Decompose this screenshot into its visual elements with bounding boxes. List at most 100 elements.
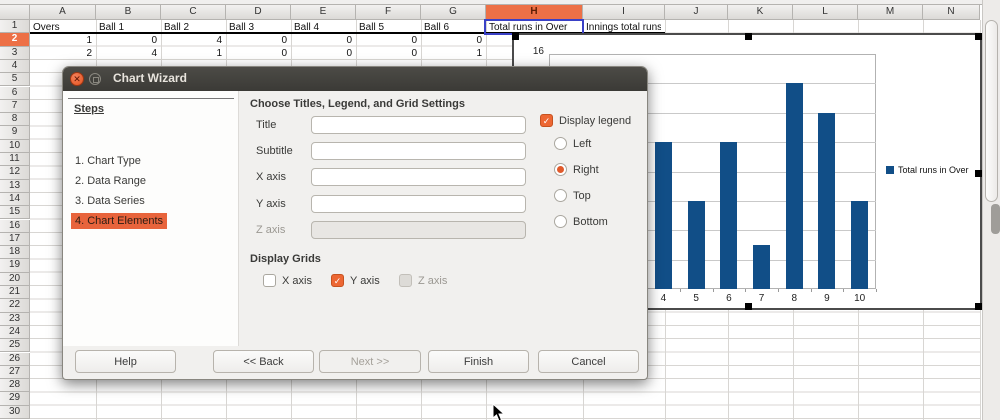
selection-handle[interactable] (975, 303, 982, 310)
column-header-A[interactable]: A (30, 5, 96, 20)
step-data-range[interactable]: 2. Data Range (71, 173, 150, 189)
cell-A2[interactable]: 1 (33, 35, 92, 47)
row-header-20[interactable]: 20 (0, 273, 30, 286)
column-header-D[interactable]: D (226, 5, 291, 20)
row-header-14[interactable]: 14 (0, 193, 30, 206)
row-header-1[interactable]: 1 (0, 20, 30, 33)
row-header-18[interactable]: 18 (0, 246, 30, 259)
grid-y-axis-checkbox[interactable]: ✓ (331, 274, 344, 287)
bar-over-6[interactable] (720, 142, 737, 289)
bar-over-9[interactable] (818, 113, 835, 289)
selection-handle[interactable] (745, 33, 752, 40)
subtitle-input[interactable] (311, 142, 526, 160)
legend-right-radio[interactable] (554, 163, 567, 176)
cell-D3[interactable]: 0 (229, 48, 287, 60)
cell-G2[interactable]: 0 (424, 35, 482, 47)
back-button[interactable]: << Back (213, 350, 314, 373)
bar-over-7[interactable] (753, 245, 770, 289)
column-header-L[interactable]: L (793, 5, 858, 20)
bar-over-10[interactable] (851, 201, 868, 289)
help-button[interactable]: Help (75, 350, 176, 373)
column-header-K[interactable]: K (728, 5, 793, 20)
cell-F3[interactable]: 0 (359, 48, 417, 60)
vertical-scrollbar-overlay[interactable] (991, 204, 1000, 234)
row-header-24[interactable]: 24 (0, 326, 30, 339)
row-header-2[interactable]: 2 (0, 33, 30, 46)
y-axis-input[interactable] (311, 195, 526, 213)
title-input[interactable] (311, 116, 526, 134)
bar-over-5[interactable] (688, 201, 705, 289)
row-header-25[interactable]: 25 (0, 339, 30, 352)
row-header-7[interactable]: 7 (0, 100, 30, 113)
row-header-9[interactable]: 9 (0, 126, 30, 139)
step-data-series[interactable]: 3. Data Series (71, 193, 149, 209)
cancel-button[interactable]: Cancel (538, 350, 639, 373)
column-header-B[interactable]: B (96, 5, 161, 20)
selection-handle[interactable] (745, 303, 752, 310)
row-header-5[interactable]: 5 (0, 73, 30, 86)
row-header-21[interactable]: 21 (0, 286, 30, 299)
cell-B2[interactable]: 0 (99, 35, 157, 47)
legend-left-radio[interactable] (554, 137, 567, 150)
column-header-C[interactable]: C (161, 5, 226, 20)
cell-E2[interactable]: 0 (294, 35, 352, 47)
cell-C3[interactable]: 1 (164, 48, 222, 60)
legend-series-label: Total runs in Over (898, 165, 969, 175)
selection-handle[interactable] (975, 33, 982, 40)
cell-E3[interactable]: 0 (294, 48, 352, 60)
cell-C2[interactable]: 4 (164, 35, 222, 47)
row-header-16[interactable]: 16 (0, 220, 30, 233)
column-header-I[interactable]: I (583, 5, 665, 20)
vertical-scrollbar[interactable] (982, 0, 1000, 420)
cell-D2[interactable]: 0 (229, 35, 287, 47)
row-header-23[interactable]: 23 (0, 313, 30, 326)
cell-A3[interactable]: 2 (33, 48, 92, 60)
sheet-corner-cell[interactable] (0, 5, 30, 20)
row-header-12[interactable]: 12 (0, 166, 30, 179)
legend-left-label: Left (573, 138, 591, 150)
row-header-28[interactable]: 28 (0, 379, 30, 392)
cell-G3[interactable]: 1 (424, 48, 482, 60)
column-header-G[interactable]: G (421, 5, 486, 20)
cell-F2[interactable]: 0 (359, 35, 417, 47)
row-header-22[interactable]: 22 (0, 299, 30, 312)
display-legend-checkbox[interactable]: ✓ (540, 114, 553, 127)
x-axis-input[interactable] (311, 168, 526, 186)
row-header-6[interactable]: 6 (0, 87, 30, 100)
selection-handle[interactable] (512, 33, 519, 40)
vertical-scrollbar-thumb[interactable] (985, 20, 998, 202)
column-header-J[interactable]: J (665, 5, 728, 20)
row-header-8[interactable]: 8 (0, 113, 30, 126)
maximize-icon[interactable] (89, 73, 101, 85)
row-header-10[interactable]: 10 (0, 140, 30, 153)
row-header-13[interactable]: 13 (0, 180, 30, 193)
row-header-29[interactable]: 29 (0, 392, 30, 405)
row-header-17[interactable]: 17 (0, 233, 30, 246)
row-header-26[interactable]: 26 (0, 353, 30, 366)
step-chart-elements[interactable]: 4. Chart Elements (71, 213, 167, 229)
row-header-15[interactable]: 15 (0, 206, 30, 219)
row-header-30[interactable]: 30 (0, 406, 30, 419)
row-header-19[interactable]: 19 (0, 259, 30, 272)
row-header-11[interactable]: 11 (0, 153, 30, 166)
selection-handle[interactable] (975, 170, 982, 177)
column-header-F[interactable]: F (356, 5, 421, 20)
column-header-E[interactable]: E (291, 5, 356, 20)
column-header-N[interactable]: N (923, 5, 980, 20)
dialog-titlebar[interactable]: ✕ Chart Wizard (63, 67, 647, 91)
row-header-27[interactable]: 27 (0, 366, 30, 379)
legend-top-radio[interactable] (554, 189, 567, 202)
row-header-3[interactable]: 3 (0, 47, 30, 60)
legend-bottom-radio[interactable] (554, 215, 567, 228)
x-axis-label-10: 10 (848, 293, 872, 304)
column-header-H[interactable]: H (486, 5, 583, 20)
close-icon[interactable]: ✕ (70, 72, 84, 86)
bar-over-4[interactable] (655, 142, 672, 289)
cell-B3[interactable]: 4 (99, 48, 157, 60)
grid-x-axis-checkbox[interactable] (263, 274, 276, 287)
step-chart-type[interactable]: 1. Chart Type (71, 153, 145, 169)
finish-button[interactable]: Finish (428, 350, 529, 373)
bar-over-8[interactable] (786, 83, 803, 289)
column-header-M[interactable]: M (858, 5, 923, 20)
row-header-4[interactable]: 4 (0, 60, 30, 73)
